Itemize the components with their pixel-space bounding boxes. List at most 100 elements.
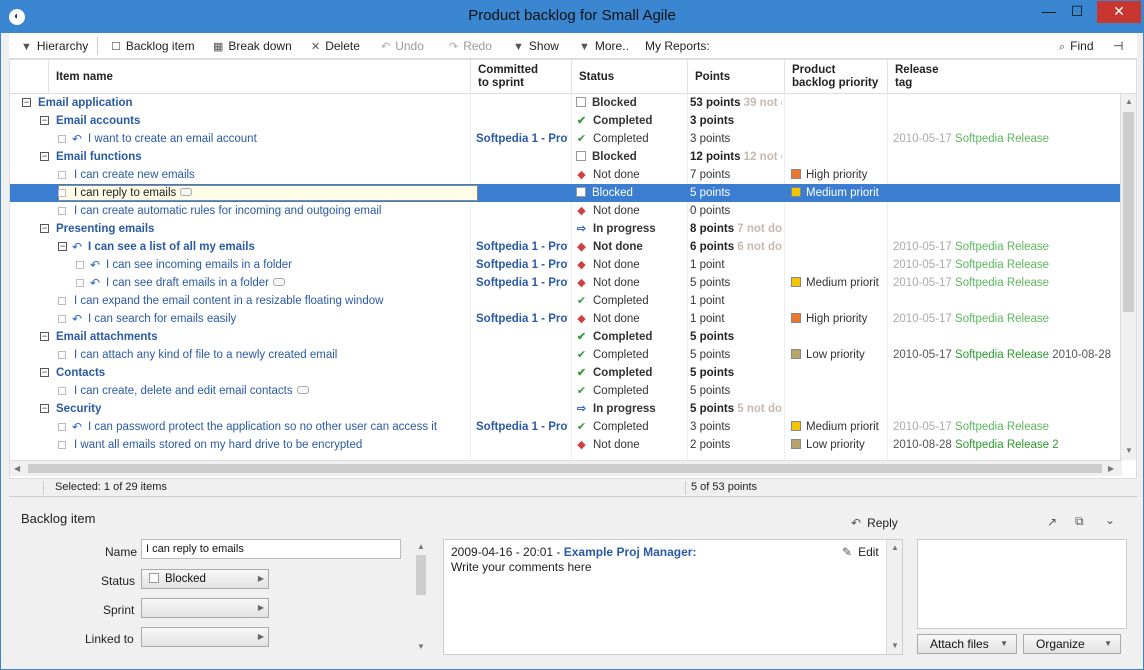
item-checkbox[interactable]: [58, 171, 66, 179]
release-cell[interactable]: 2010-05-17 Softpedia Release: [893, 238, 1121, 256]
points-cell[interactable]: 6 points 6 not do: [690, 238, 782, 256]
item-checkbox[interactable]: [58, 207, 66, 215]
status-cell[interactable]: ◆ Not done: [576, 436, 684, 454]
status-cell[interactable]: Blocked: [576, 184, 684, 202]
attach-files-button[interactable]: Attach files ▼: [917, 634, 1017, 654]
item-name[interactable]: I can search for emails easily: [88, 310, 462, 328]
scroll-right-icon[interactable]: ▶: [1108, 464, 1114, 473]
item-name[interactable]: I can expand the email content in a resi…: [74, 292, 462, 310]
sprint-cell[interactable]: Softpedia 1 - Prot: [476, 256, 568, 274]
points-cell[interactable]: 5 points: [690, 184, 782, 202]
release-cell[interactable]: 2010-05-17 Softpedia Release: [893, 274, 1121, 292]
status-cell[interactable]: ◆ Not done: [576, 274, 684, 292]
window-icon[interactable]: ⧉: [1075, 514, 1084, 529]
reply-button[interactable]: ↶ Reply: [851, 516, 898, 530]
priority-cell[interactable]: Medium priorit: [791, 274, 885, 292]
status-cell[interactable]: ✔ Completed: [576, 292, 684, 310]
name-field[interactable]: I can reply to emails: [141, 539, 401, 559]
item-name[interactable]: I can attach any kind of file to a newly…: [74, 346, 462, 364]
table-row[interactable]: I can attach any kind of file to a newly…: [10, 346, 1122, 364]
col-status[interactable]: Status: [571, 60, 687, 94]
comments-scrollbar[interactable]: ▲ ▼: [886, 540, 902, 654]
release-cell[interactable]: 2010-08-28 Softpedia Release 2: [893, 436, 1121, 454]
item-name[interactable]: Email attachments: [56, 328, 462, 346]
item-name[interactable]: I can see a list of all my emails: [88, 238, 462, 256]
item-name[interactable]: Email application: [38, 94, 462, 112]
table-row[interactable]: ↶ I can see incoming emails in a folder So…: [10, 256, 1122, 274]
organize-button[interactable]: Organize ▼: [1023, 634, 1121, 654]
more-menu[interactable]: ▼ More..: [579, 38, 629, 54]
collapse-toggle-icon[interactable]: −: [40, 404, 49, 413]
points-cell[interactable]: 1 point: [690, 310, 782, 328]
item-checkbox[interactable]: [76, 279, 84, 287]
collapse-toggle-icon[interactable]: −: [40, 224, 49, 233]
item-name[interactable]: Email functions: [56, 148, 462, 166]
table-row[interactable]: I want all emails stored on my hard driv…: [10, 436, 1122, 454]
col-item-name[interactable]: Item name: [48, 60, 470, 94]
table-row[interactable]: ↶ I can password protect the application …: [10, 418, 1122, 436]
item-checkbox[interactable]: [58, 423, 66, 431]
status-cell[interactable]: ✔ Completed: [576, 382, 684, 400]
item-name[interactable]: Security: [56, 400, 462, 418]
release-cell[interactable]: 2010-05-17 Softpedia Release 2010-08-28: [893, 346, 1121, 364]
comment-author[interactable]: Example Proj Manager:: [564, 545, 697, 559]
status-cell[interactable]: Blocked: [576, 148, 684, 166]
scroll-thumb[interactable]: [28, 464, 1102, 473]
collapse-toggle-icon[interactable]: −: [40, 332, 49, 341]
status-cell[interactable]: ✔ Completed: [576, 112, 684, 130]
points-cell[interactable]: 3 points: [690, 130, 782, 148]
release-cell[interactable]: 2010-05-17 Softpedia Release: [893, 256, 1121, 274]
priority-cell[interactable]: Medium priorit: [791, 184, 885, 202]
release-name[interactable]: Softpedia Release: [955, 421, 1049, 433]
table-row[interactable]: ↶ I can see draft emails in a folder Softp…: [10, 274, 1122, 292]
pin-icon[interactable]: ⊣: [1113, 38, 1123, 54]
status-cell[interactable]: ⇨ In progress: [576, 400, 684, 418]
table-row[interactable]: I can reply to emails Blocked 5 points Medi…: [10, 184, 1122, 202]
status-cell[interactable]: ◆ Not done: [576, 238, 684, 256]
release-name[interactable]: Softpedia Release: [955, 313, 1049, 325]
scroll-thumb[interactable]: [1123, 112, 1134, 312]
scroll-down-icon[interactable]: ▼: [891, 641, 899, 650]
close-button[interactable]: ✕: [1097, 1, 1141, 23]
group-row[interactable]: − ↶ I can see a list of all my emails Softp…: [10, 238, 1122, 256]
collapse-toggle-icon[interactable]: −: [40, 152, 49, 161]
item-name[interactable]: I can create automatic rules for incomin…: [74, 202, 462, 220]
table-row[interactable]: I can expand the email content in a resi…: [10, 292, 1122, 310]
table-row[interactable]: I can create new emails ◆ Not done 7 points…: [10, 166, 1122, 184]
release-name[interactable]: Softpedia Release: [955, 349, 1049, 361]
redo-button[interactable]: ↷ Redo: [449, 38, 492, 54]
collapse-toggle-icon[interactable]: −: [58, 242, 67, 251]
item-checkbox[interactable]: [58, 315, 66, 323]
status-cell[interactable]: ✔ Completed: [576, 346, 684, 364]
points-cell[interactable]: 1 point: [690, 292, 782, 310]
points-cell[interactable]: 3 points: [690, 112, 782, 130]
fields-scrollbar[interactable]: ▲ ▼: [413, 539, 429, 655]
points-cell[interactable]: 5 points: [690, 328, 782, 346]
group-row[interactable]: − Email functions Blocked 12 points 12 not …: [10, 148, 1122, 166]
vertical-scrollbar[interactable]: ▲ ▼: [1120, 94, 1136, 460]
item-name[interactable]: I can password protect the application s…: [88, 418, 462, 436]
item-name[interactable]: Contacts: [56, 364, 462, 382]
item-checkbox[interactable]: [58, 189, 66, 197]
release-name[interactable]: Softpedia Release: [955, 241, 1049, 253]
show-menu[interactable]: ▼ Show: [513, 38, 559, 54]
status-cell[interactable]: ✔ Completed: [576, 130, 684, 148]
break-down-button[interactable]: ▦ Break down: [213, 38, 292, 54]
sprint-select[interactable]: ▶: [141, 598, 269, 618]
linked-select[interactable]: ▶: [141, 627, 269, 647]
sprint-cell[interactable]: Softpedia 1 - Prot: [476, 130, 568, 148]
points-cell[interactable]: 12 points 12 not d: [690, 148, 782, 166]
points-cell[interactable]: 5 points: [690, 274, 782, 292]
release-cell[interactable]: 2010-05-17 Softpedia Release: [893, 130, 1121, 148]
scroll-down-icon[interactable]: ▼: [1125, 446, 1133, 455]
group-row[interactable]: − Presenting emails ⇨ In progress 8 points 7…: [10, 220, 1122, 238]
points-cell[interactable]: 2 points: [690, 436, 782, 454]
points-cell[interactable]: 1 point: [690, 256, 782, 274]
item-checkbox[interactable]: [76, 261, 84, 269]
status-cell[interactable]: ◆ Not done: [576, 256, 684, 274]
sprint-cell[interactable]: Softpedia 1 - Prot: [476, 418, 568, 436]
group-row[interactable]: − Security ⇨ In progress 5 points 5 not do: [10, 400, 1122, 418]
delete-button[interactable]: ✕ Delete: [311, 38, 360, 54]
col-release[interactable]: Release tag: [887, 60, 1122, 94]
release-name[interactable]: Softpedia Release: [955, 259, 1049, 271]
